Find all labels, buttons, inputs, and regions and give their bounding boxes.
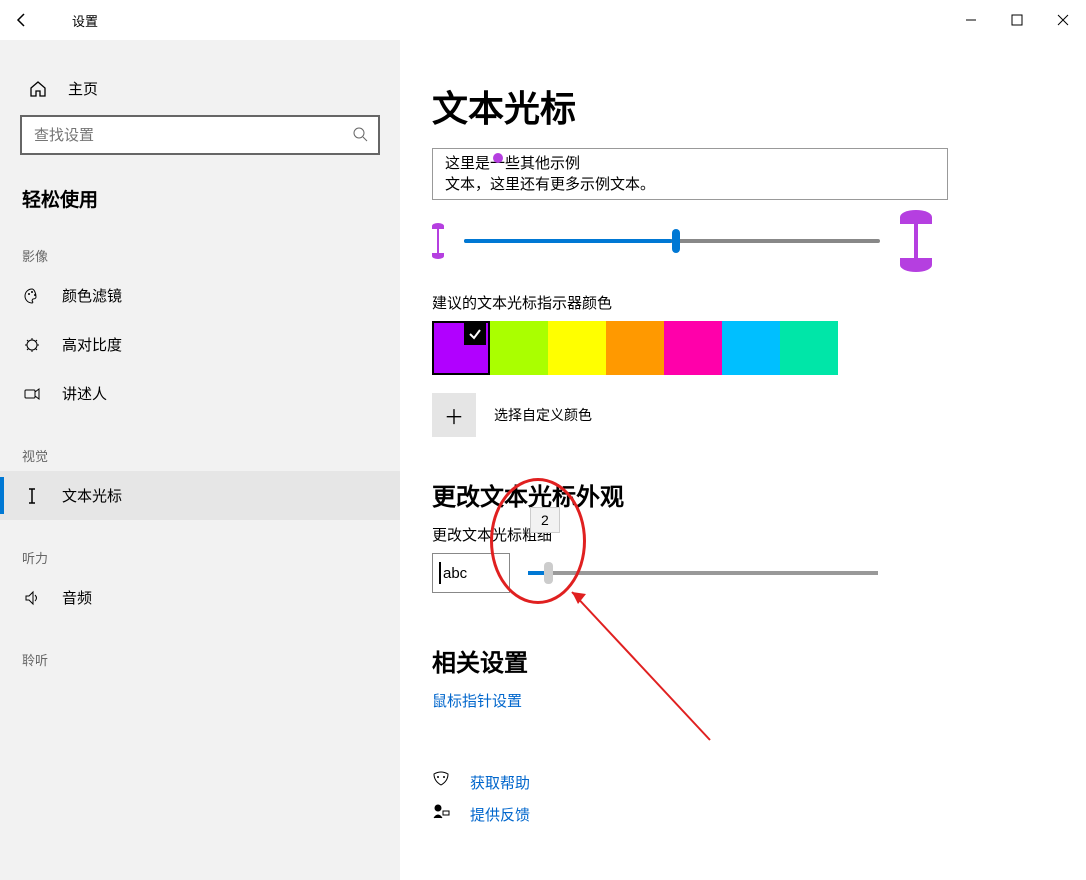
color-swatch[interactable]	[722, 321, 780, 375]
sidebar-item-high-contrast[interactable]: 高对比度	[0, 320, 400, 369]
caret-line-icon	[439, 562, 441, 584]
sidebar-item-narrator[interactable]: 讲述人	[0, 369, 400, 418]
related-heading: 相关设置	[432, 643, 1040, 678]
thickness-sample-box: abc	[432, 553, 510, 593]
plus-icon: ＋	[444, 401, 464, 430]
contrast-icon	[22, 335, 42, 355]
sample-text-line: 文本，这里还有更多示例文本。	[445, 174, 935, 195]
feedback-label: 提供反馈	[470, 804, 530, 825]
color-swatch[interactable]	[780, 321, 838, 375]
home-button[interactable]: 主页	[0, 70, 400, 115]
appearance-heading: 更改文本光标外观	[432, 477, 1040, 512]
search-input[interactable]	[32, 126, 352, 145]
custom-color-row[interactable]: ＋ 选择自定义颜色	[432, 393, 1040, 437]
cursor-indicator-large-icon	[900, 210, 932, 272]
group-label-image: 影像	[0, 218, 400, 271]
indicator-sample-box: 这里是一些其他示例 文本，这里还有更多示例文本。	[432, 148, 948, 200]
thickness-slider[interactable]	[528, 571, 878, 575]
color-swatch[interactable]	[548, 321, 606, 375]
color-swatch[interactable]	[490, 321, 548, 375]
menu-label: 音频	[62, 587, 92, 608]
menu-label: 讲述人	[62, 383, 107, 404]
sidebar: 主页 轻松使用 影像 颜色滤镜 高对比度	[0, 40, 400, 880]
help-label: 获取帮助	[470, 772, 530, 793]
indicator-size-slider[interactable]	[464, 239, 880, 243]
audio-icon	[22, 588, 42, 608]
close-button[interactable]	[1040, 0, 1086, 40]
thickness-tooltip: 2	[530, 507, 560, 533]
app-title: 设置	[72, 11, 98, 30]
text-cursor-icon	[22, 486, 42, 506]
search-icon	[352, 126, 368, 145]
sample-text-line: 这里是一些其他示例	[445, 153, 935, 174]
get-help-link[interactable]: 获取帮助	[432, 771, 1040, 793]
help-icon	[432, 771, 452, 793]
menu-label: 颜色滤镜	[62, 285, 122, 306]
thickness-sample-text: abc	[443, 565, 467, 582]
group-label-hearing: 听力	[0, 520, 400, 573]
sidebar-item-audio[interactable]: 音频	[0, 573, 400, 622]
home-label: 主页	[68, 78, 98, 99]
sidebar-item-color-filter[interactable]: 颜色滤镜	[0, 271, 400, 320]
titlebar: 设置	[0, 0, 1086, 40]
page-title: 文本光标	[432, 80, 1040, 132]
search-box[interactable]	[20, 115, 380, 155]
maximize-button[interactable]	[994, 0, 1040, 40]
color-swatches	[432, 321, 1040, 375]
home-icon	[28, 79, 48, 99]
cursor-indicator-small-icon	[432, 223, 444, 259]
give-feedback-link[interactable]: 提供反馈	[432, 803, 1040, 825]
narrator-icon	[22, 384, 42, 404]
color-heading: 建议的文本光标指示器颜色	[432, 292, 1040, 313]
indicator-size-row	[432, 210, 932, 272]
custom-color-label: 选择自定义颜色	[494, 405, 592, 425]
sidebar-item-text-cursor[interactable]: 文本光标	[0, 471, 400, 520]
content-area: 文本光标 这里是一些其他示例 文本，这里还有更多示例文本。 建议的文本光标指示器…	[400, 40, 1086, 880]
color-swatch[interactable]	[432, 321, 490, 375]
color-swatch[interactable]	[664, 321, 722, 375]
check-icon	[464, 323, 486, 345]
thickness-label: 更改文本光标粗细	[432, 524, 1040, 545]
color-swatch[interactable]	[606, 321, 664, 375]
section-title: 轻松使用	[0, 173, 400, 218]
group-label-visual: 视觉	[0, 418, 400, 471]
menu-label: 高对比度	[62, 334, 122, 355]
menu-label: 文本光标	[62, 485, 122, 506]
add-custom-color-button[interactable]: ＋	[432, 393, 476, 437]
feedback-icon	[432, 803, 452, 825]
cursor-indicator-dot	[493, 153, 503, 163]
mouse-pointer-settings-link[interactable]: 鼠标指针设置	[432, 690, 1040, 711]
minimize-button[interactable]	[948, 0, 994, 40]
group-label-listen: 聆听	[0, 622, 400, 675]
palette-icon	[22, 286, 42, 306]
back-button[interactable]	[12, 10, 32, 30]
